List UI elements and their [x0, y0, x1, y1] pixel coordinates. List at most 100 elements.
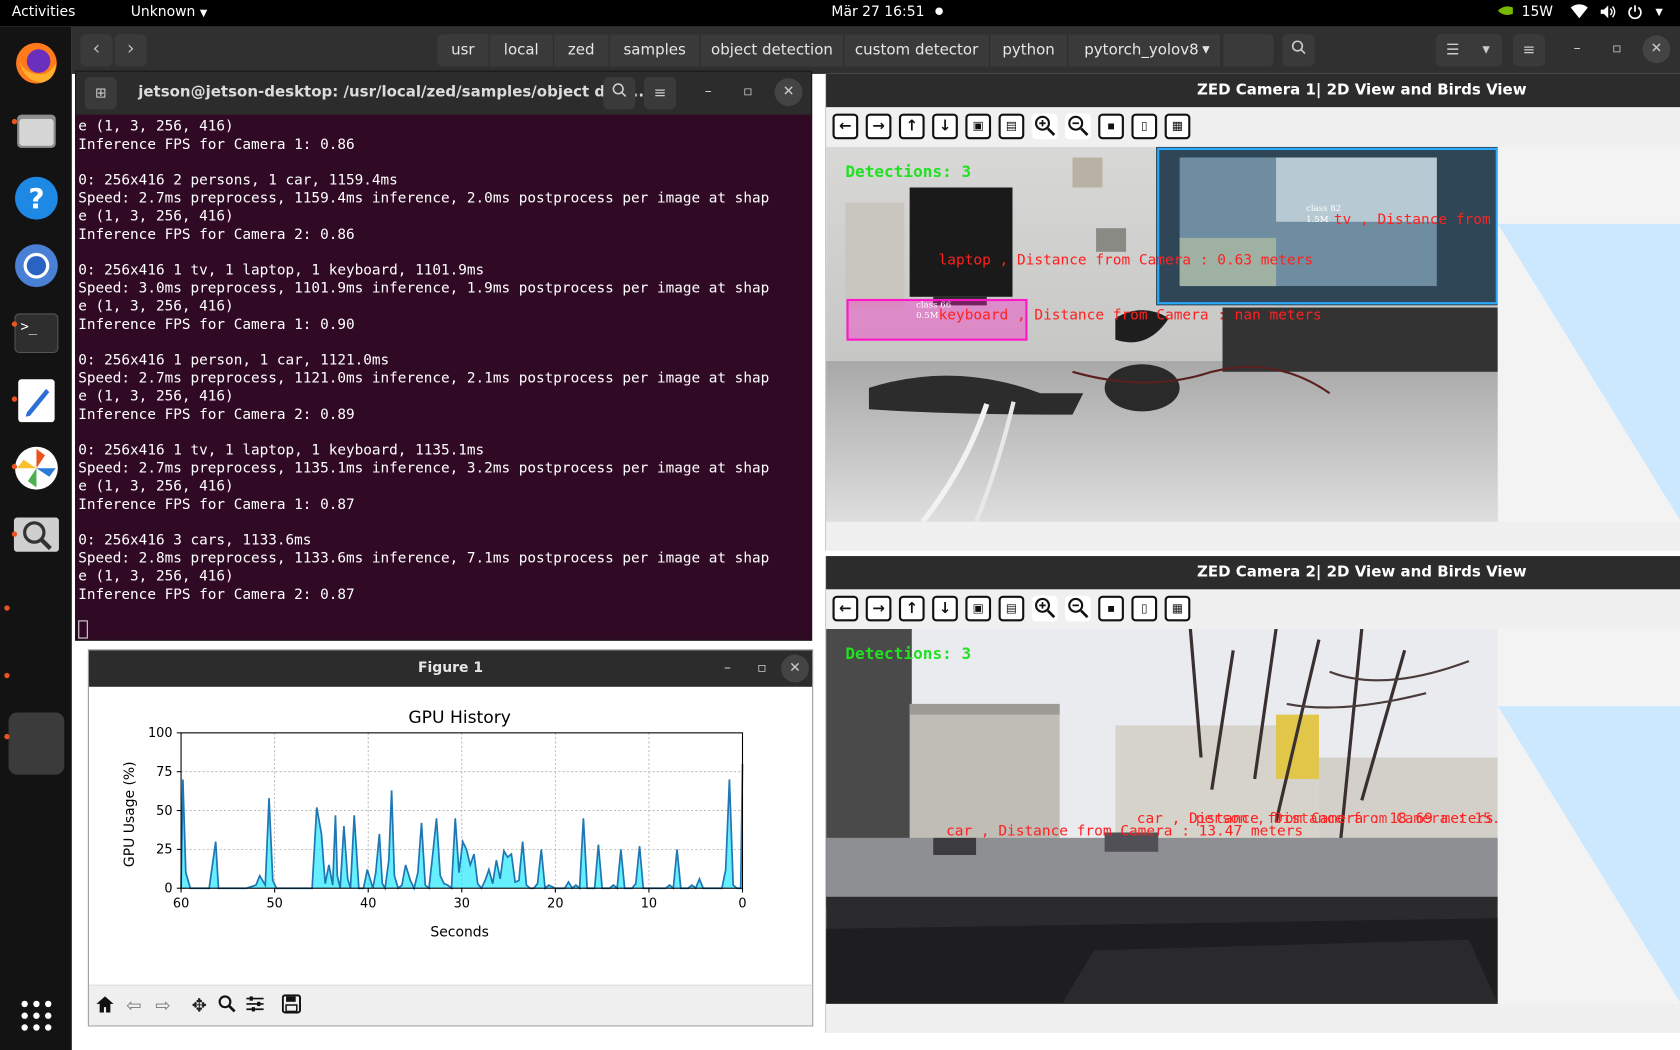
pan-icon[interactable]: ✥: [188, 994, 212, 1018]
forward-arrow-icon[interactable]: ⇨: [151, 994, 175, 1018]
zoom-icon[interactable]: [215, 994, 239, 1018]
distance-label-keyboard: keyboard , Distance from Camera : nan me…: [938, 306, 1322, 324]
show-apps-button[interactable]: [9, 988, 65, 1044]
save-icon[interactable]: ▪: [1098, 113, 1124, 140]
app-menu-label: Unknown: [130, 4, 196, 21]
home-icon[interactable]: [93, 994, 117, 1018]
figure-minimize-button[interactable]: –: [714, 655, 742, 683]
power-indicator[interactable]: 15W: [1496, 4, 1553, 20]
firefox-launcher[interactable]: [9, 35, 65, 91]
save-icon[interactable]: [280, 994, 304, 1018]
new-tab-button[interactable]: ⊞: [84, 77, 117, 110]
zed-camera-2-image[interactable]: Detections: 3 car , Distance from Camera…: [826, 628, 1498, 1004]
terminal-minimize-button[interactable]: –: [694, 78, 722, 106]
breadcrumb-zed[interactable]: zed: [553, 34, 610, 67]
print-icon[interactable]: ▦: [1164, 113, 1191, 140]
zed-camera-1-title: ZED Camera 1| 2D View and Birds View: [1196, 81, 1527, 99]
save-icon[interactable]: ▪: [1098, 595, 1124, 622]
zed-camera-2-window[interactable]: ZED Camera 2| 2D View and Birds View ← →…: [825, 556, 1680, 1033]
breadcrumb-usr[interactable]: usr: [437, 34, 490, 67]
configure-subplots-icon[interactable]: [243, 994, 267, 1018]
image-settings-icon[interactable]: ▤: [998, 113, 1025, 140]
arrow-down-icon[interactable]: ↓: [932, 113, 958, 140]
power-menu-icon[interactable]: [1628, 4, 1643, 23]
arrow-left-icon[interactable]: ←: [832, 113, 859, 140]
terminal-launcher[interactable]: >_: [9, 305, 65, 361]
zed-camera-1-birds-view[interactable]: [1497, 146, 1680, 522]
figure-maximize-button[interactable]: ▫: [748, 655, 776, 683]
activities-button[interactable]: Activities: [12, 4, 76, 20]
breadcrumb-custom-detector[interactable]: custom detector: [844, 34, 991, 67]
terminal-window[interactable]: ⊞ jetson@jetson-desktop: /usr/local/zed/…: [75, 70, 813, 641]
x-tick-label: 40: [360, 897, 376, 912]
figure-close-button[interactable]: ✕: [781, 654, 809, 683]
terminal-search-button[interactable]: [603, 77, 636, 110]
chromium-launcher[interactable]: [9, 238, 65, 294]
view-options-button[interactable]: ▼: [1470, 34, 1503, 67]
terminal-close-button[interactable]: ✕: [774, 78, 803, 107]
main-menu-button[interactable]: ≡: [1512, 34, 1546, 67]
minimize-button[interactable]: –: [1563, 35, 1591, 63]
arrow-right-icon[interactable]: →: [865, 113, 892, 140]
chart-y-axis-label: GPU Usage (%): [122, 761, 138, 867]
image-icon[interactable]: ▣: [965, 113, 992, 140]
back-button[interactable]: ‹: [80, 34, 113, 67]
terminal-maximize-button[interactable]: ▫: [734, 78, 762, 106]
terminal-menu-button[interactable]: ≡: [643, 77, 677, 110]
python-figure-launcher[interactable]: [4, 712, 65, 775]
search-button[interactable]: [1282, 34, 1315, 67]
arrow-left-icon[interactable]: ←: [832, 595, 859, 622]
image-icon[interactable]: ▣: [965, 595, 992, 622]
terminal-line: e (1, 3, 256, 416): [78, 478, 234, 495]
arrow-right-icon[interactable]: →: [865, 595, 892, 622]
zoom-in-icon[interactable]: [1031, 113, 1058, 140]
maximize-button[interactable]: ▫: [1603, 35, 1631, 63]
volume-icon[interactable]: [1600, 4, 1617, 23]
help-launcher[interactable]: ?: [9, 170, 65, 226]
clipboard-icon[interactable]: ▯: [1131, 595, 1158, 622]
breadcrumb-python[interactable]: python: [990, 34, 1069, 67]
distance-label-laptop: laptop , Distance from Camera : 0.63 met…: [938, 251, 1314, 269]
terminal-line: 0: 256x416 2 persons, 1 car, 1159.4ms: [78, 172, 398, 189]
y-tick-label: 100: [148, 726, 173, 741]
zoom-out-icon[interactable]: [1065, 113, 1091, 140]
system-monitor-launcher[interactable]: [9, 440, 65, 496]
search-icon: [612, 83, 627, 97]
zoom-out-icon[interactable]: [1065, 595, 1091, 622]
zoom-in-icon[interactable]: [1031, 595, 1058, 622]
files-launcher[interactable]: [9, 103, 65, 159]
back-arrow-icon[interactable]: ⇦: [122, 994, 146, 1018]
terminal-line: Speed: 2.8ms preprocess, 1133.6ms infere…: [78, 550, 770, 567]
zed-camera-1-image[interactable]: class 82 1.5M class 66 0.5M Detections: …: [826, 146, 1498, 522]
app-menu[interactable]: Unknown ▼: [131, 4, 208, 20]
terminal-line: Speed: 2.7ms preprocess, 1159.4ms infere…: [78, 190, 770, 207]
running-indicator: [11, 118, 18, 125]
terminal-title: jetson@jetson-desktop: /usr/local/zed/sa…: [138, 83, 650, 101]
text-editor-launcher[interactable]: [9, 373, 65, 429]
arrow-up-icon[interactable]: ↑: [898, 113, 925, 140]
arrow-down-icon[interactable]: ↓: [932, 595, 958, 622]
figure-window[interactable]: Figure 1 – ▫ ✕ GPU History Seconds GPU U…: [87, 649, 814, 1027]
close-button[interactable]: ✕: [1642, 35, 1671, 64]
image-settings-icon[interactable]: ▤: [998, 595, 1025, 622]
breadcrumb-samples[interactable]: samples: [609, 34, 701, 67]
terminal-output[interactable]: e (1, 3, 256, 416) Inference FPS for Came…: [78, 119, 807, 640]
image-viewer-launcher[interactable]: [9, 508, 65, 564]
wifi-icon[interactable]: [1570, 4, 1588, 23]
zed-camera-2-birds-view[interactable]: [1497, 628, 1680, 1004]
breadcrumb-object-detection[interactable]: object detection: [700, 34, 845, 67]
breadcrumb-pytorch-yolov8[interactable]: pytorch_yolov8 ▼: [1068, 34, 1222, 67]
forward-button[interactable]: ›: [114, 34, 147, 67]
arrow-up-icon[interactable]: ↑: [898, 595, 925, 622]
office-desk-scene: [826, 146, 1498, 522]
clipboard-icon[interactable]: ▯: [1131, 113, 1158, 140]
clock[interactable]: Mär 27 16:51: [831, 4, 943, 20]
help-icon: ?: [15, 176, 58, 220]
view-list-button[interactable]: ☰: [1435, 34, 1471, 67]
breadcrumb-local[interactable]: local: [489, 34, 554, 67]
zed-camera-1-window[interactable]: ZED Camera 1| 2D View and Birds View ← →…: [825, 73, 1680, 551]
system-menu-caret-icon[interactable]: ▼: [1655, 8, 1662, 19]
zed-camera-2-title: ZED Camera 2| 2D View and Birds View: [1196, 563, 1527, 581]
print-icon[interactable]: ▦: [1164, 595, 1191, 622]
